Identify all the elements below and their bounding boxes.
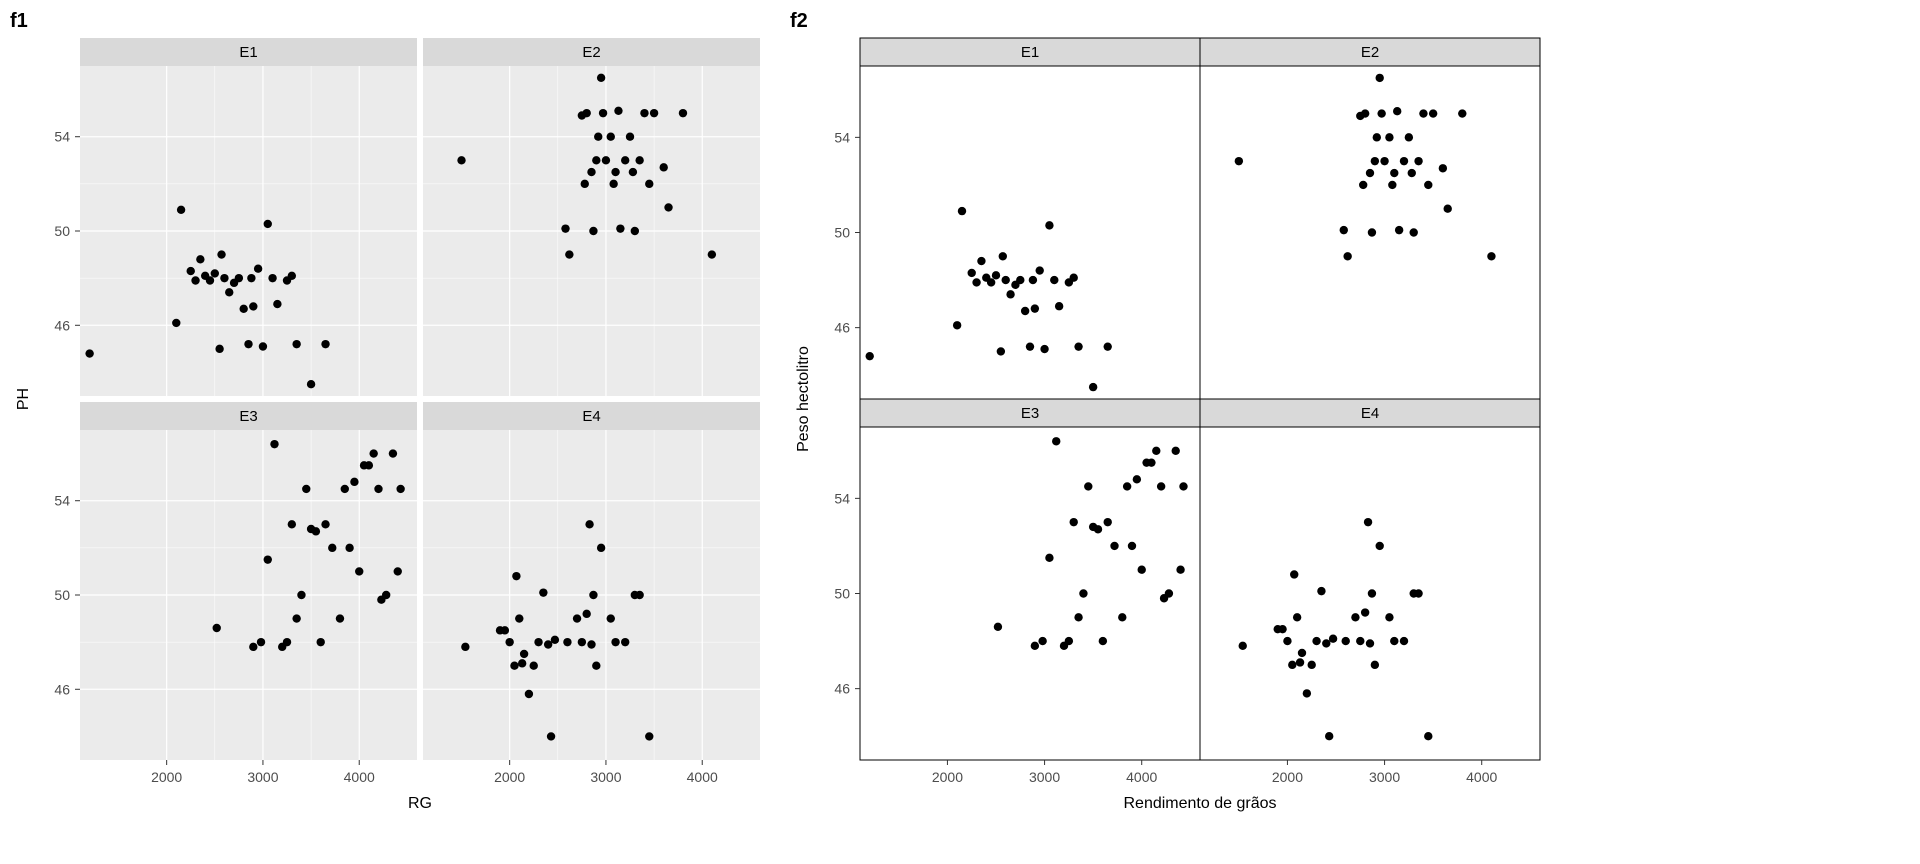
svg-text:Rendimento de grãos: Rendimento de grãos: [1124, 795, 1277, 812]
svg-text:E2: E2: [1361, 44, 1379, 61]
svg-text:2000: 2000: [494, 769, 525, 785]
svg-text:50: 50: [834, 225, 850, 241]
svg-text:3000: 3000: [1369, 769, 1400, 785]
svg-text:3000: 3000: [247, 769, 278, 785]
svg-text:50: 50: [834, 586, 850, 602]
svg-text:E3: E3: [239, 408, 257, 425]
figure-f1: f1 PH RG E1 46 50 54 E2 E3 2000 3000 4000 46 50 54 E4 2…: [10, 10, 770, 825]
svg-text:54: 54: [54, 129, 70, 145]
svg-text:E2: E2: [582, 44, 600, 61]
svg-text:4000: 4000: [1126, 769, 1157, 785]
svg-text:E4: E4: [582, 408, 600, 425]
figure-label-f1: f1: [10, 10, 28, 33]
svg-text:E1: E1: [1021, 44, 1039, 61]
svg-text:3000: 3000: [590, 769, 621, 785]
svg-text:46: 46: [54, 317, 70, 333]
svg-text:2000: 2000: [151, 769, 182, 785]
svg-text:4000: 4000: [687, 769, 718, 785]
svg-text:PH: PH: [15, 388, 32, 410]
svg-text:E3: E3: [1021, 405, 1039, 422]
svg-text:46: 46: [834, 681, 850, 697]
svg-text:50: 50: [54, 223, 70, 239]
svg-text:50: 50: [54, 587, 70, 603]
svg-text:Peso hectolitro: Peso hectolitro: [795, 346, 812, 452]
svg-text:2000: 2000: [1272, 769, 1303, 785]
svg-text:54: 54: [834, 129, 850, 145]
svg-text:54: 54: [54, 493, 70, 509]
svg-text:RG: RG: [408, 795, 432, 812]
svg-text:3000: 3000: [1029, 769, 1060, 785]
svg-text:46: 46: [834, 320, 850, 336]
svg-text:4000: 4000: [1466, 769, 1497, 785]
svg-text:46: 46: [54, 681, 70, 697]
svg-text:2000: 2000: [932, 769, 963, 785]
svg-text:E4: E4: [1361, 405, 1379, 422]
figure-label-f2: f2: [790, 10, 808, 33]
svg-text:E1: E1: [239, 44, 257, 61]
figure-f2: f2 Peso hectolitro Rendimento de grãos E1 4…: [790, 10, 1550, 825]
chart-f1: PH RG E1 46 50 54 E2 E3 2000 3000 4000 46 50 54 E4 2000…: [10, 10, 770, 820]
chart-f2: Peso hectolitro Rendimento de grãos E1 46 50…: [790, 10, 1550, 820]
svg-text:54: 54: [834, 490, 850, 506]
svg-text:4000: 4000: [344, 769, 375, 785]
